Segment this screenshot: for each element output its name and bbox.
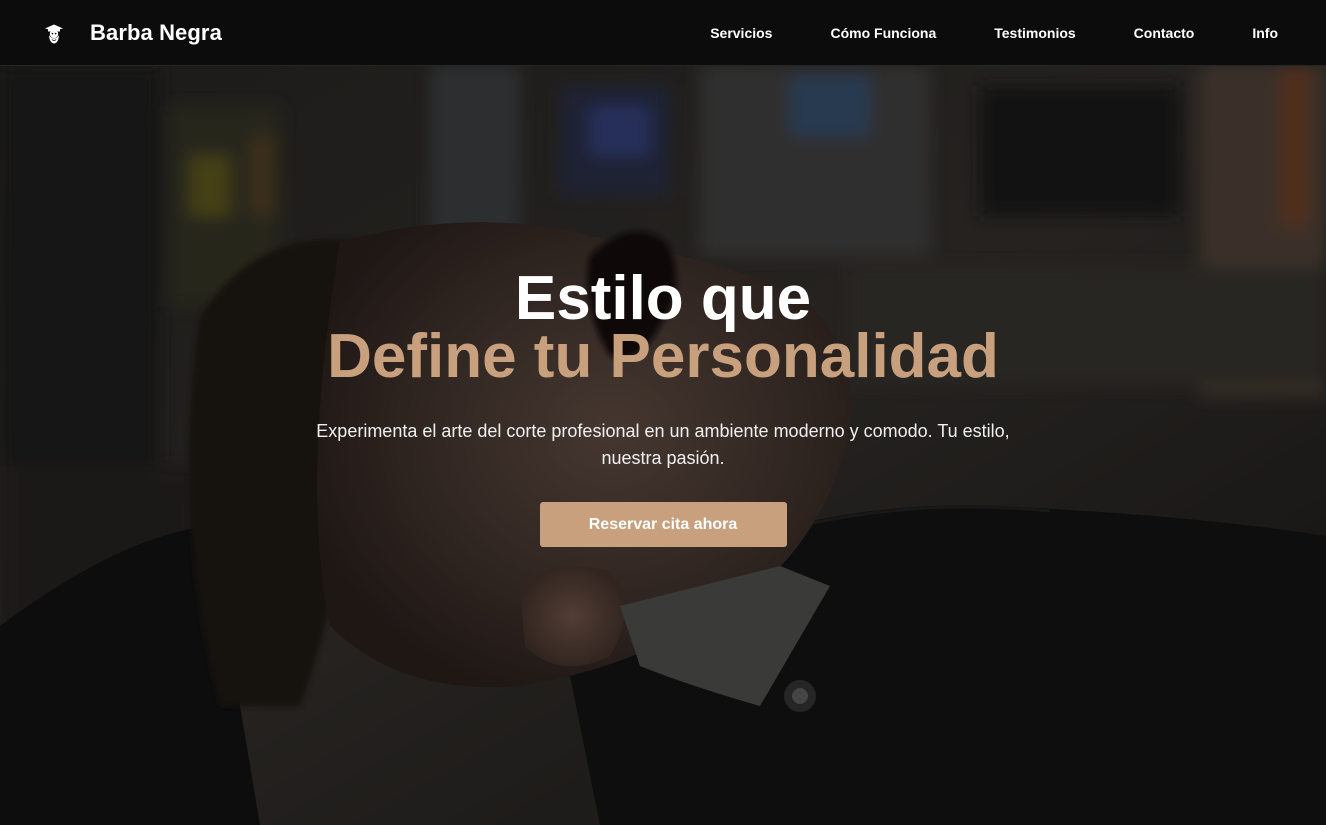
- nav-item-info[interactable]: Info: [1252, 25, 1278, 41]
- main-nav: Servicios Cómo Funciona Testimonios Cont…: [710, 0, 1278, 66]
- hero-title: Estilo que Define tu Personalidad: [0, 264, 1326, 391]
- hero-section: Estilo que Define tu Personalidad Experi…: [0, 66, 1326, 825]
- hero-title-line1: Estilo que: [514, 264, 812, 333]
- brand-link[interactable]: Barba Negra: [42, 16, 222, 50]
- page: Barba Negra Servicios Cómo Funciona Test…: [0, 0, 1326, 825]
- nav-item-servicios[interactable]: Servicios: [710, 25, 772, 41]
- hero-content: Estilo que Define tu Personalidad Experi…: [0, 264, 1326, 547]
- nav-item-contacto[interactable]: Contacto: [1134, 25, 1195, 41]
- reserve-appointment-button[interactable]: Reservar cita ahora: [539, 502, 787, 547]
- bearded-man-icon: [42, 21, 66, 45]
- hero-title-line2: Define tu Personalidad: [327, 322, 999, 391]
- nav-item-como-funciona[interactable]: Cómo Funciona: [830, 25, 936, 41]
- navbar: Barba Negra Servicios Cómo Funciona Test…: [0, 0, 1326, 66]
- brand-name: Barba Negra: [90, 20, 222, 45]
- nav-item-testimonios[interactable]: Testimonios: [994, 25, 1075, 41]
- hero-subtitle: Experimenta el arte del corte profesiona…: [316, 421, 1010, 468]
